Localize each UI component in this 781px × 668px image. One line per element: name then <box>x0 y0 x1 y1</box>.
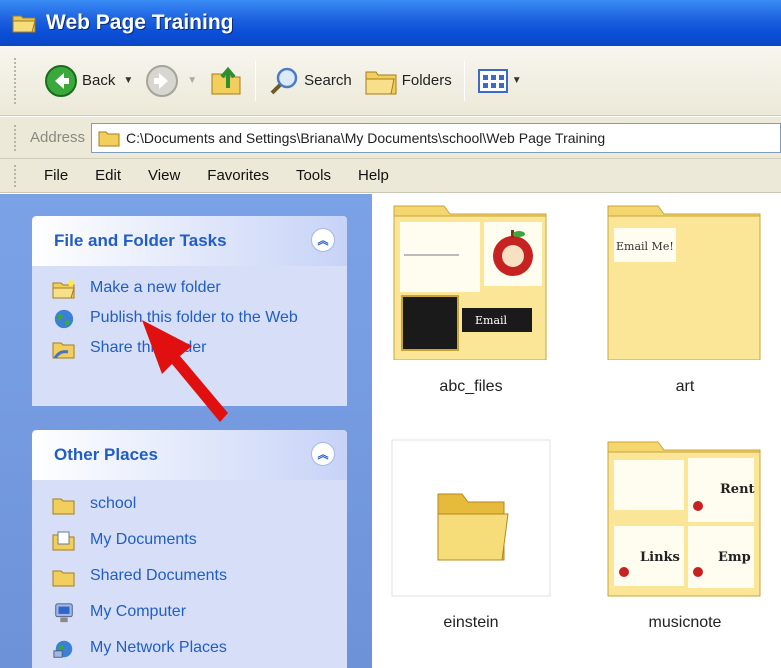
folders-button[interactable]: Folders <box>358 58 458 104</box>
panel-header[interactable]: Other Places ︽ <box>32 430 347 480</box>
folder-label: musicnote <box>648 614 722 631</box>
folder-art[interactable]: Email Me! art <box>600 204 770 404</box>
place-school[interactable]: school <box>52 494 347 516</box>
place-label: My Computer <box>90 603 187 620</box>
place-shared-documents[interactable]: Shared Documents <box>52 566 347 588</box>
views-button[interactable]: ▼ <box>471 58 528 104</box>
toolbar-separator <box>463 60 465 101</box>
share-folder-icon <box>52 342 75 359</box>
standard-toolbar: Back ▼ ▼ Search Folders ▼ <box>0 46 781 116</box>
place-my-network-places[interactable]: My Network Places <box>52 638 347 660</box>
forward-button[interactable]: ▼ <box>139 58 203 104</box>
folder-einstein[interactable]: einstein <box>386 438 556 638</box>
up-folder-icon <box>211 66 241 94</box>
folder-thumbnail-icon <box>607 441 761 597</box>
back-dropdown-icon[interactable]: ▼ <box>123 75 133 86</box>
thumb-text: Email Me! <box>616 240 674 253</box>
menu-file[interactable]: File <box>44 167 68 184</box>
window-title: Web Page Training <box>46 11 234 34</box>
toolbar-separator <box>255 60 257 101</box>
network-icon <box>53 640 73 658</box>
place-label: My Documents <box>90 531 197 548</box>
forward-arrow-icon <box>146 64 179 97</box>
thumb-text: Rent <box>720 482 755 497</box>
place-label: My Network Places <box>90 639 227 656</box>
address-grip[interactable] <box>14 125 19 151</box>
folder-icon <box>52 570 75 587</box>
place-my-computer[interactable]: My Computer <box>52 602 347 624</box>
panel-header[interactable]: File and Folder Tasks ︽ <box>32 216 347 266</box>
place-label: school <box>90 495 137 512</box>
views-icon <box>477 68 508 93</box>
open-folder-icon <box>12 15 36 33</box>
new-folder-icon <box>52 280 75 299</box>
address-path: C:\Documents and Settings\Briana\My Docu… <box>126 129 606 146</box>
toolbar-grip[interactable] <box>14 58 19 104</box>
task-pane: File and Folder Tasks ︽ Make a new folde… <box>0 194 372 668</box>
red-arrow-annotation <box>142 320 228 422</box>
views-dropdown-icon[interactable]: ▼ <box>512 75 522 86</box>
menu-bar: File Edit View Favorites Tools Help <box>0 159 781 193</box>
menu-help[interactable]: Help <box>358 167 389 184</box>
thumb-text: Links <box>640 550 680 565</box>
up-folder-button[interactable] <box>203 58 249 104</box>
menu-grip[interactable] <box>14 165 19 187</box>
search-icon <box>270 67 298 94</box>
folder-label: abc_files <box>439 378 503 395</box>
computer-icon <box>55 603 73 623</box>
folder-icon <box>52 498 75 515</box>
address-input[interactable]: C:\Documents and Settings\Briana\My Docu… <box>91 122 781 153</box>
folders-label: Folders <box>401 72 452 89</box>
folder-thumbnail-icon <box>393 205 547 360</box>
thumb-text: Email <box>475 314 508 327</box>
place-my-documents[interactable]: My Documents <box>52 530 347 552</box>
address-bar: Address C:\Documents and Settings\Briana… <box>0 117 781 159</box>
folder-label: einstein <box>443 614 499 631</box>
my-documents-icon <box>52 531 75 551</box>
title-bar: Web Page Training <box>0 0 781 46</box>
other-places-panel: Other Places ︽ school My Documents Share… <box>32 430 347 668</box>
back-label: Back <box>82 72 116 89</box>
folder-abc-files[interactable]: Email abc_files <box>386 204 556 404</box>
task-make-new-folder[interactable]: Make a new folder <box>52 278 347 300</box>
search-button[interactable]: Search <box>262 58 358 104</box>
menu-view[interactable]: View <box>148 167 180 184</box>
address-label: Address <box>30 129 86 146</box>
collapse-icon[interactable]: ︽ <box>311 442 335 466</box>
back-button[interactable]: Back ▼ <box>38 58 139 104</box>
thumb-text: Emp <box>718 550 751 565</box>
empty-folder-icon <box>391 439 551 597</box>
folder-label: art <box>675 378 695 395</box>
folder-icon <box>98 131 120 146</box>
folder-musicnote[interactable]: Rent Links Emp musicnote <box>600 438 770 638</box>
folder-thumbnail-icon <box>607 205 761 360</box>
panel-title: File and Folder Tasks <box>54 231 227 250</box>
menu-favorites[interactable]: Favorites <box>207 167 269 184</box>
back-arrow-icon <box>45 64 77 97</box>
forward-dropdown-icon[interactable]: ▼ <box>187 75 197 86</box>
panel-title: Other Places <box>54 445 158 464</box>
globe-icon <box>54 309 74 329</box>
place-label: Shared Documents <box>90 567 227 584</box>
folders-icon <box>365 71 397 94</box>
search-label: Search <box>304 72 352 89</box>
menu-edit[interactable]: Edit <box>95 167 121 184</box>
collapse-icon[interactable]: ︽ <box>311 228 335 252</box>
menu-tools[interactable]: Tools <box>296 167 331 184</box>
task-label: Make a new folder <box>90 279 221 296</box>
folder-content-view: Email abc_files Email Me! art einstein R… <box>372 194 781 668</box>
